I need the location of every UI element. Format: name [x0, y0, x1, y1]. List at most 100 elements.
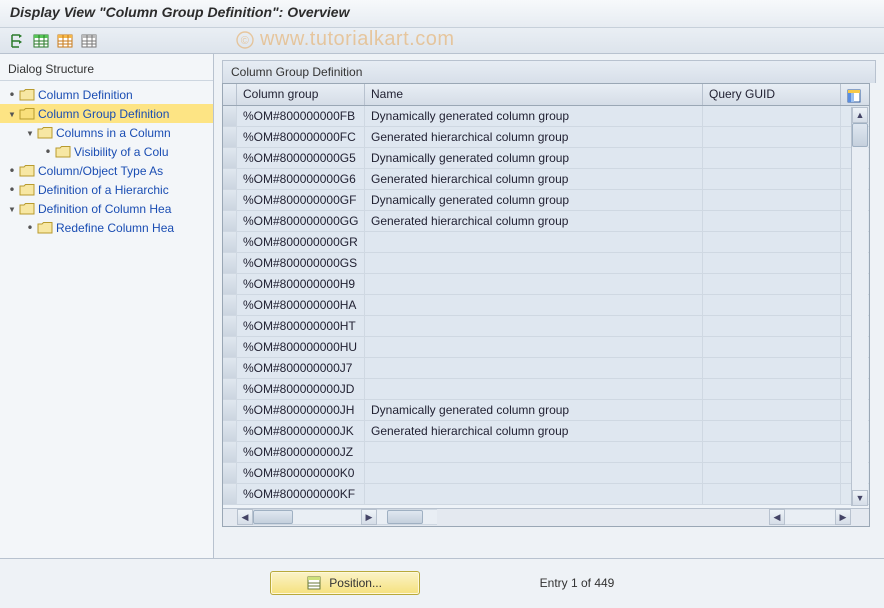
- col-column-group[interactable]: Column group: [237, 84, 365, 105]
- row-selector[interactable]: [223, 400, 237, 420]
- tree-item[interactable]: ▾Columns in a Column: [0, 123, 213, 142]
- row-selector[interactable]: [223, 484, 237, 504]
- position-button[interactable]: Position...: [270, 571, 420, 595]
- table-row[interactable]: %OM#800000000KF: [223, 484, 869, 505]
- tree-expander-icon[interactable]: ▾: [6, 107, 18, 121]
- folder-icon: [19, 107, 35, 121]
- cell-query-guid: [703, 148, 841, 168]
- tree-item[interactable]: •Column Definition: [0, 85, 213, 104]
- row-selector[interactable]: [223, 127, 237, 147]
- row-selector[interactable]: [223, 463, 237, 483]
- row-selector[interactable]: [223, 253, 237, 273]
- table-row[interactable]: %OM#800000000JZ: [223, 442, 869, 463]
- configure-columns-icon[interactable]: [841, 84, 867, 105]
- cell-column-group: %OM#800000000FC: [237, 127, 365, 147]
- folder-icon: [19, 183, 35, 197]
- cell-name: [365, 484, 703, 504]
- tree-expander-icon[interactable]: •: [6, 183, 18, 197]
- cell-name: Generated hierarchical column group: [365, 421, 703, 441]
- row-selector[interactable]: [223, 295, 237, 315]
- tree-item[interactable]: •Column/Object Type As: [0, 161, 213, 180]
- cell-query-guid: [703, 190, 841, 210]
- col-name[interactable]: Name: [365, 84, 703, 105]
- cell-column-group: %OM#800000000HT: [237, 316, 365, 336]
- tree-item[interactable]: •Redefine Column Hea: [0, 218, 213, 237]
- row-selector[interactable]: [223, 190, 237, 210]
- row-selector[interactable]: [223, 106, 237, 126]
- tree-expander-icon[interactable]: ▾: [24, 126, 36, 140]
- expand-all-icon[interactable]: [8, 32, 26, 50]
- row-selector[interactable]: [223, 211, 237, 231]
- tree-expander-icon[interactable]: •: [24, 221, 36, 235]
- scroll-left-icon[interactable]: ◀: [237, 509, 253, 525]
- dialog-structure-sidebar: Dialog Structure •Column Definition▾Colu…: [0, 54, 214, 558]
- table-row[interactable]: %OM#800000000G5Dynamically generated col…: [223, 148, 869, 169]
- table-row[interactable]: %OM#800000000HA: [223, 295, 869, 316]
- table-row[interactable]: %OM#800000000K0: [223, 463, 869, 484]
- row-selector[interactable]: [223, 232, 237, 252]
- table-orange-icon[interactable]: [56, 32, 74, 50]
- cell-name: Dynamically generated column group: [365, 190, 703, 210]
- cell-name: [365, 232, 703, 252]
- row-selector[interactable]: [223, 316, 237, 336]
- table-row[interactable]: %OM#800000000JHDynamically generated col…: [223, 400, 869, 421]
- tree-item-label: Visibility of a Colu: [74, 145, 169, 159]
- hscroll-thumb-1[interactable]: [253, 510, 293, 524]
- toolbar: [0, 28, 884, 54]
- cell-query-guid: [703, 442, 841, 462]
- tree-item-label: Definition of a Hierarchic: [38, 183, 169, 197]
- scroll-up-icon[interactable]: ▲: [852, 107, 868, 123]
- row-selector[interactable]: [223, 442, 237, 462]
- table-row[interactable]: %OM#800000000GGGenerated hierarchical co…: [223, 211, 869, 232]
- tree-item-label: Definition of Column Hea: [38, 202, 171, 216]
- cell-query-guid: [703, 127, 841, 147]
- col-query-guid[interactable]: Query GUID: [703, 84, 841, 105]
- row-selector[interactable]: [223, 358, 237, 378]
- table-row[interactable]: %OM#800000000JKGenerated hierarchical co…: [223, 421, 869, 442]
- tree-item[interactable]: • Visibility of a Colu: [0, 142, 213, 161]
- tree-expander-icon[interactable]: •: [6, 88, 18, 102]
- table-row[interactable]: %OM#800000000GS: [223, 253, 869, 274]
- hscroll-thumb-2[interactable]: [387, 510, 423, 524]
- cell-name: Dynamically generated column group: [365, 400, 703, 420]
- cell-column-group: %OM#800000000KF: [237, 484, 365, 504]
- row-selector[interactable]: [223, 148, 237, 168]
- table-row[interactable]: %OM#800000000GR: [223, 232, 869, 253]
- cell-query-guid: [703, 211, 841, 231]
- tree-item[interactable]: ▾Column Group Definition: [0, 104, 213, 123]
- table-row[interactable]: %OM#800000000G6Generated hierarchical co…: [223, 169, 869, 190]
- tree-expander-icon[interactable]: ▾: [6, 202, 18, 216]
- table-row[interactable]: %OM#800000000JD: [223, 379, 869, 400]
- row-selector[interactable]: [223, 274, 237, 294]
- table-row[interactable]: %OM#800000000GFDynamically generated col…: [223, 190, 869, 211]
- tree-item[interactable]: • Definition of a Hierarchic: [0, 180, 213, 199]
- table-row[interactable]: %OM#800000000J7: [223, 358, 869, 379]
- scroll-thumb[interactable]: [852, 123, 868, 147]
- tree-expander-icon[interactable]: •: [42, 145, 54, 159]
- cell-query-guid: [703, 274, 841, 294]
- tree-item[interactable]: ▾ Definition of Column Hea: [0, 199, 213, 218]
- scroll-right-icon[interactable]: ▶: [361, 509, 377, 525]
- row-selector[interactable]: [223, 169, 237, 189]
- row-selector[interactable]: [223, 421, 237, 441]
- table-row[interactable]: %OM#800000000FBDynamically generated col…: [223, 106, 869, 127]
- cell-column-group: %OM#800000000K0: [237, 463, 365, 483]
- table-grey-icon[interactable]: [80, 32, 98, 50]
- table-row[interactable]: %OM#800000000FCGenerated hierarchical co…: [223, 127, 869, 148]
- row-selector[interactable]: [223, 379, 237, 399]
- tree-expander-icon[interactable]: •: [6, 164, 18, 178]
- scroll-down-icon[interactable]: ▼: [852, 490, 868, 506]
- vertical-scrollbar[interactable]: ▲ ▼: [851, 107, 868, 506]
- table-row[interactable]: %OM#800000000H9: [223, 274, 869, 295]
- horizontal-scrollbar[interactable]: ◀ ▶ ◀ ▶: [223, 508, 869, 526]
- cell-column-group: %OM#800000000JZ: [237, 442, 365, 462]
- table-row[interactable]: %OM#800000000HU: [223, 337, 869, 358]
- table-green-icon[interactable]: [32, 32, 50, 50]
- entry-counter: Entry 1 of 449: [540, 576, 615, 590]
- col-select-all[interactable]: [223, 84, 237, 105]
- cell-name: [365, 274, 703, 294]
- scroll-right2-icon[interactable]: ▶: [835, 509, 851, 525]
- scroll-left2-icon[interactable]: ◀: [769, 509, 785, 525]
- table-row[interactable]: %OM#800000000HT: [223, 316, 869, 337]
- row-selector[interactable]: [223, 337, 237, 357]
